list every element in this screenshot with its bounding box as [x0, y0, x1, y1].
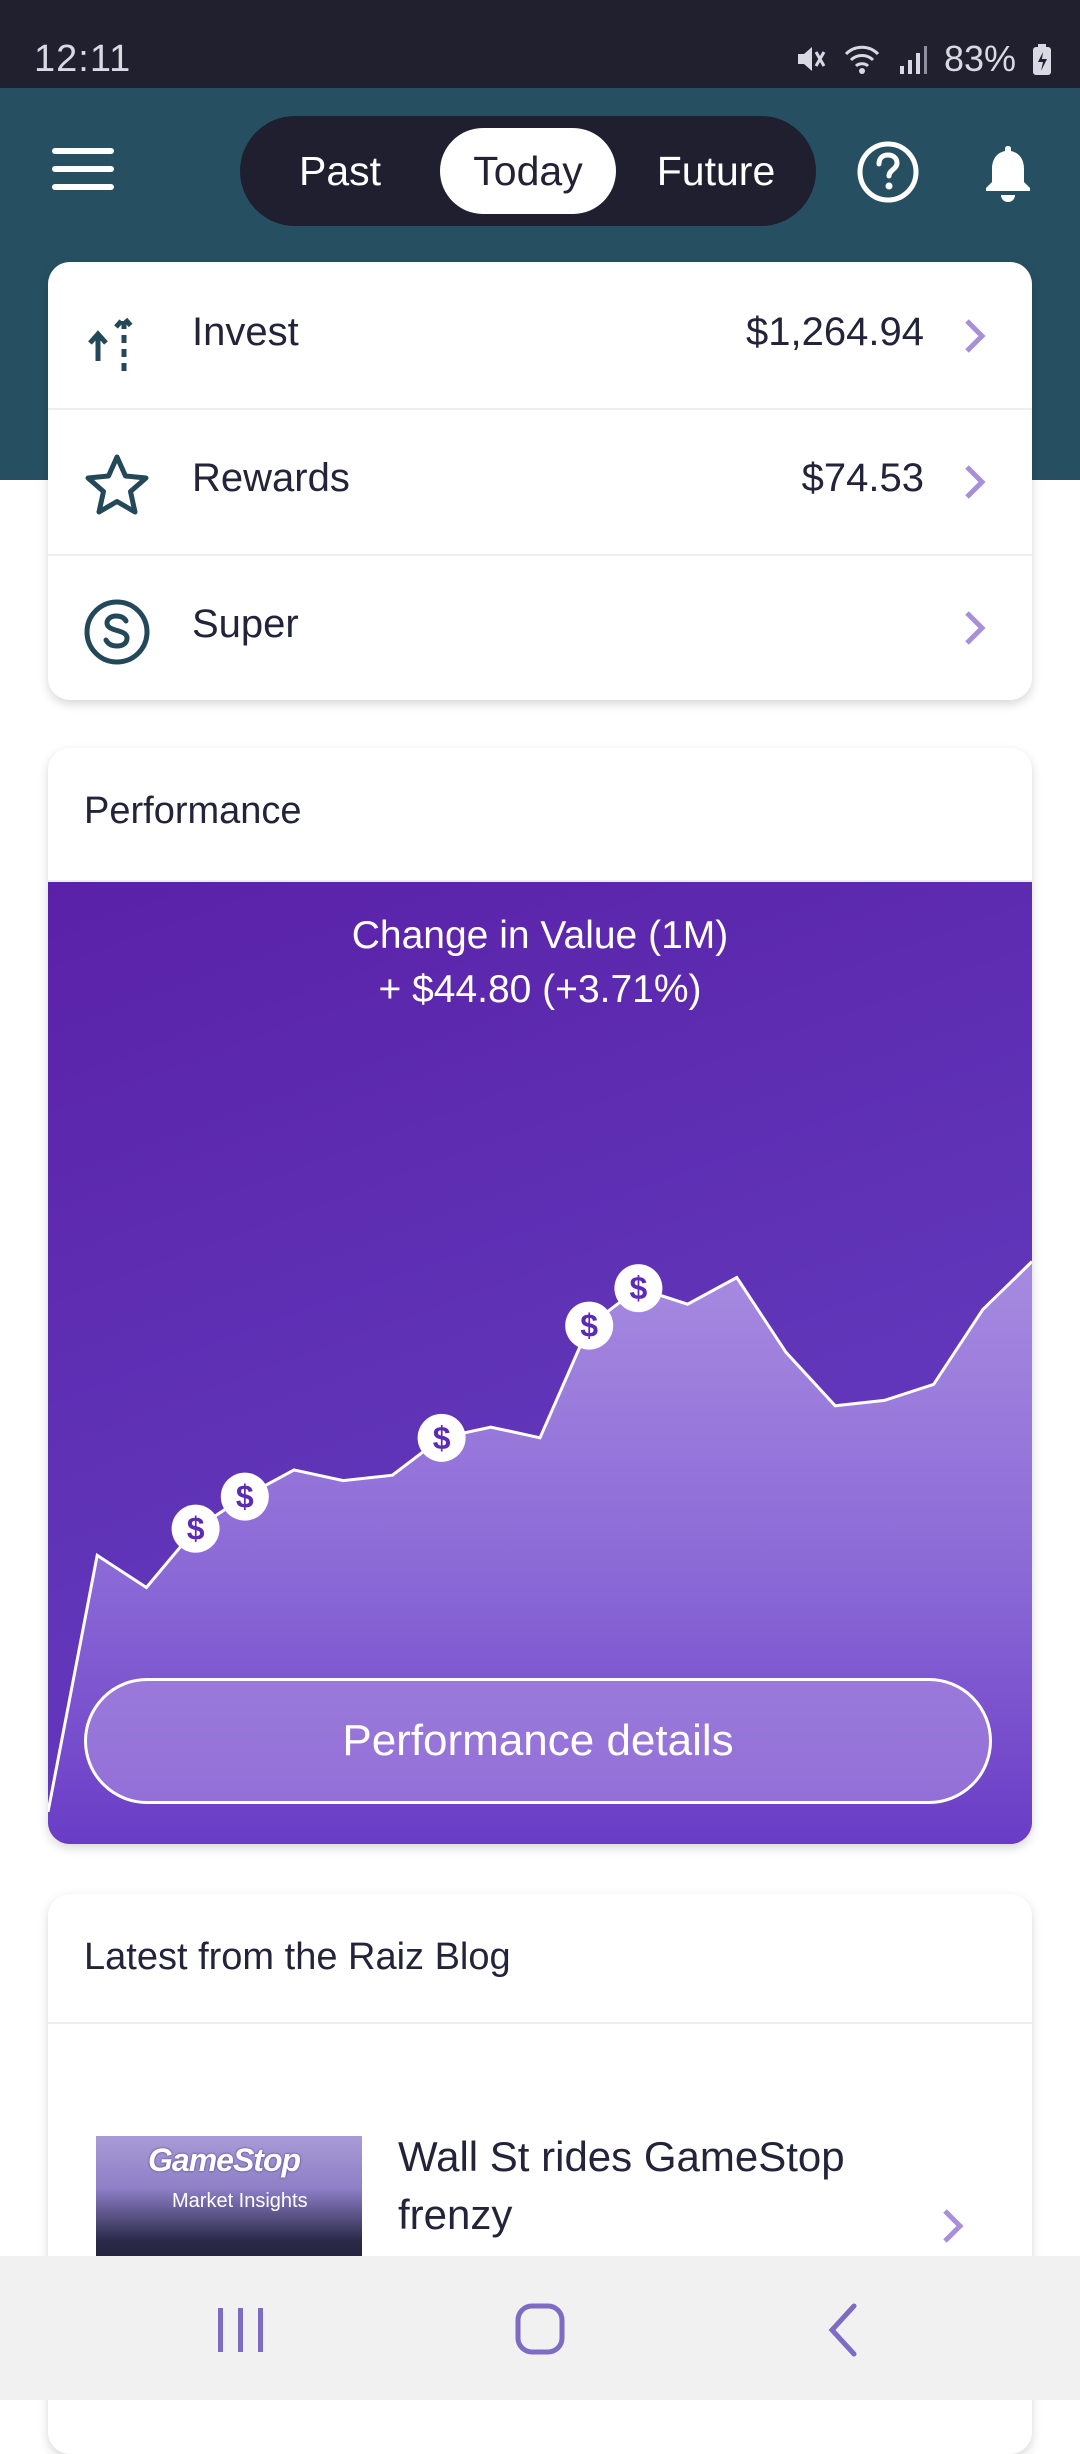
deposit-marker: $ [171, 1504, 220, 1553]
deposit-marker: $ [417, 1413, 466, 1462]
invest-arrows-icon [88, 314, 134, 371]
account-label: Invest [192, 310, 299, 354]
status-time: 12:11 [34, 38, 132, 80]
tab-today[interactable]: Today [440, 128, 616, 214]
deposit-marker: $ [565, 1301, 614, 1350]
account-row-super[interactable]: Super [48, 554, 1032, 700]
blog-headline: Wall St rides GameStop frenzy [398, 2133, 845, 2238]
wifi-icon [844, 45, 879, 74]
blog-header: Latest from the Raiz Blog [48, 1894, 1032, 2024]
menu-icon[interactable] [52, 148, 114, 196]
status-bar: 12:11 83% [0, 0, 1080, 88]
blog-title: Latest from the Raiz Blog [84, 1936, 511, 1978]
svg-text:$: $ [236, 1479, 254, 1515]
time-segment-control: Past Today Future [240, 116, 816, 226]
signal-icon [899, 46, 927, 74]
performance-title: Performance [84, 790, 302, 832]
tab-future[interactable]: Future [632, 128, 800, 214]
battery-percent: 83% [943, 38, 1016, 79]
deposit-marker: $ [614, 1264, 663, 1313]
home-icon[interactable] [500, 2300, 580, 2360]
thumbnail-caption: Market Insights [172, 2190, 308, 2212]
account-row-rewards[interactable]: Rewards $74.53 [48, 408, 1032, 556]
account-value: $1,264.94 [746, 310, 924, 354]
thumbnail-logo: GameStop [148, 2142, 301, 2178]
account-row-invest[interactable]: Invest $1,264.94 [48, 262, 1032, 410]
accounts-card: Invest $1,264.94 Rewards $74.53 Super [48, 262, 1032, 700]
account-value: $74.53 [801, 456, 924, 500]
chevron-right-icon [965, 465, 986, 499]
deposit-marker: $ [220, 1472, 269, 1521]
svg-text:$: $ [580, 1308, 598, 1344]
back-icon[interactable] [804, 2300, 884, 2360]
chevron-right-icon [943, 2209, 964, 2243]
change-label: Change in Value (1M) [351, 914, 729, 957]
performance-card: Performance $ $ $ $ $ Change in Value (1M) +… [48, 748, 1032, 1844]
svg-text:$: $ [433, 1420, 451, 1456]
performance-chart: $ $ $ $ $ Change in Value (1M) + $44.80 (+3.… [48, 882, 1032, 1844]
change-value: + $44.80 (+3.71%) [378, 968, 702, 1011]
bell-icon[interactable] [976, 140, 1040, 204]
account-label: Rewards [192, 456, 350, 500]
svg-text:$: $ [630, 1270, 648, 1306]
chevron-right-icon [965, 319, 986, 353]
system-nav-bar [0, 2256, 1080, 2400]
account-label: Super [192, 602, 299, 646]
battery-icon [1033, 44, 1051, 75]
help-icon[interactable] [856, 140, 920, 204]
performance-details-button[interactable]: Performance details [84, 1678, 992, 1804]
star-icon [85, 454, 149, 515]
tab-past[interactable]: Past [258, 128, 422, 214]
svg-text:$: $ [187, 1511, 205, 1547]
mute-icon [797, 47, 826, 71]
status-icons: 83% [792, 38, 1052, 80]
recent-apps-icon[interactable] [200, 2300, 280, 2360]
performance-header: Performance [48, 748, 1032, 882]
super-s-icon [84, 599, 150, 665]
chevron-right-icon [965, 611, 986, 645]
